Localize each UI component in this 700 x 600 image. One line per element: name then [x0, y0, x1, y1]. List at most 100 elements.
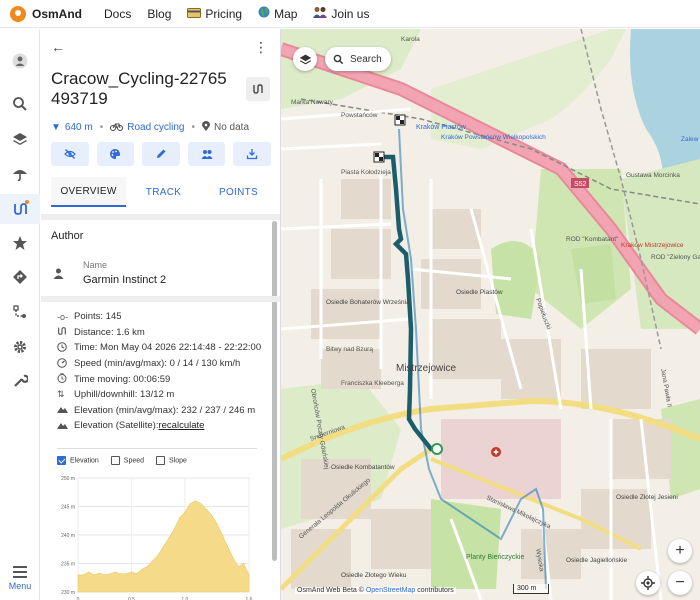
- nav-link-docs[interactable]: Docs: [104, 7, 131, 21]
- map-canvas[interactable]: Karola Powstańców Kraków Powstańców Wiel…: [281, 29, 700, 600]
- track-toolbar: [51, 142, 271, 166]
- divider: [41, 214, 280, 220]
- settings-icon[interactable]: [0, 332, 40, 362]
- stat-uphill: ⇅ Uphill/downhill: 13/12 m: [57, 387, 280, 403]
- location-value: No data: [214, 122, 250, 133]
- person-icon: [53, 268, 64, 282]
- tracks-icon[interactable]: [0, 194, 40, 224]
- osm-link[interactable]: OpenStreetMap: [366, 587, 415, 594]
- checkbox-unchecked[interactable]: [156, 456, 166, 465]
- nav-link-blog[interactable]: Blog: [147, 7, 171, 21]
- search-icon: [333, 54, 344, 64]
- speed-icon: [57, 357, 71, 370]
- y-tick-label: 250 m: [61, 476, 75, 482]
- nav-link-map[interactable]: Map: [258, 6, 297, 21]
- menu-icon: [13, 566, 27, 578]
- edit-track-button[interactable]: [142, 142, 180, 166]
- elevation-point: [200, 503, 202, 505]
- back-arrow-icon[interactable]: ←: [51, 39, 65, 55]
- elevation-point: [93, 574, 95, 576]
- toggle-slope-label: Slope: [169, 457, 187, 465]
- brand[interactable]: OsmAnd: [10, 5, 82, 22]
- toggle-slope[interactable]: Slope: [156, 456, 187, 465]
- stat-elevation-satellite-label: Elevation (Satellite):: [74, 420, 159, 432]
- account-icon[interactable]: [0, 46, 40, 76]
- track-finish-flag-icon: [373, 151, 385, 163]
- toggle-elevation[interactable]: Elevation: [57, 456, 99, 465]
- map-attribution: OsmAnd Web Beta © OpenStreetMap contribu…: [295, 587, 456, 594]
- elevation-point: [136, 573, 138, 575]
- map-label: Osiedle Jagiellońskie: [566, 557, 627, 564]
- track-stats: -o- Points: 145 Distance: 1.6 km Time: M…: [57, 309, 280, 434]
- stat-time: Time: Mon May 04 2026 22:14:48 - 22:22:0…: [57, 340, 280, 356]
- toggle-speed[interactable]: Speed: [110, 456, 145, 465]
- elevation-point: [232, 557, 234, 559]
- track-meta: ▼ 640 m • Road cycling • No data: [51, 121, 250, 133]
- nav-link-join-us[interactable]: Join us: [313, 6, 369, 21]
- appearance-button[interactable]: [96, 142, 135, 166]
- recalculate-link[interactable]: recalculate: [158, 420, 204, 431]
- updown-icon: ⇅: [57, 389, 65, 400]
- navigation-icon[interactable]: [0, 262, 40, 292]
- track-info-panel: ← ⋮ Cracow_Cycling-22765493719 ▼ 640 m •…: [41, 29, 281, 600]
- map-label: ROD "Zielony Gaj": [651, 254, 700, 261]
- map-label: Bitwy nad Bzurą: [326, 346, 373, 353]
- search-icon[interactable]: [0, 89, 40, 119]
- elevation-point: [147, 565, 148, 567]
- map-layers-button[interactable]: [293, 47, 317, 71]
- distance-arrow-icon: ▼: [51, 122, 61, 133]
- layers-icon[interactable]: [0, 124, 40, 154]
- favorites-icon[interactable]: [0, 228, 40, 258]
- checkbox-checked[interactable]: [57, 456, 66, 465]
- weather-icon[interactable]: [0, 159, 40, 189]
- stat-distance-text: Distance: 1.6 km: [74, 326, 145, 338]
- plugins-icon[interactable]: [0, 366, 40, 396]
- elevation-point: [163, 546, 164, 547]
- elevation-point: [120, 573, 122, 575]
- hide-track-button[interactable]: [51, 142, 89, 166]
- elevation-point: [211, 514, 212, 516]
- more-vertical-icon[interactable]: ⋮: [254, 39, 268, 56]
- zoom-out-button[interactable]: −: [668, 571, 692, 595]
- elevation-chart[interactable]: 230 m235 m240 m245 m250 m00.51.01.6dista…: [52, 474, 257, 600]
- nav-link-pricing[interactable]: Pricing: [187, 7, 242, 21]
- map-search-button[interactable]: Search: [325, 47, 391, 71]
- my-location-button[interactable]: [636, 571, 660, 595]
- attribution-suffix: contributors: [415, 587, 454, 594]
- activity-link[interactable]: Road cycling: [127, 122, 184, 133]
- reverse-track-button[interactable]: [246, 77, 270, 101]
- waypoint-icon: [431, 443, 443, 455]
- map-label: Zalew: [681, 136, 699, 143]
- menu-label: Menu: [8, 581, 32, 591]
- track-distance: 640 m: [64, 122, 93, 133]
- menu-button[interactable]: Menu: [0, 560, 40, 600]
- map-search-label: Search: [350, 53, 382, 65]
- stat-elevation-text: Elevation (min/avg/max): 232 / 237 / 246…: [74, 404, 256, 416]
- mountain-icon: [57, 405, 71, 415]
- share-track-button[interactable]: [187, 142, 226, 166]
- author-row: Name Garmin Instinct 2: [51, 260, 251, 290]
- toggle-elevation-label: Elevation: [70, 457, 99, 465]
- tab-points[interactable]: POINTS: [201, 177, 276, 207]
- map-view[interactable]: Karola Powstańców Kraków Powstańców Wiel…: [281, 29, 700, 600]
- download-track-button[interactable]: [233, 142, 271, 166]
- tab-track[interactable]: TRACK: [126, 177, 201, 207]
- download-icon: [247, 149, 258, 160]
- map-label: Kraków Mistrzejowice: [621, 242, 684, 249]
- map-label: Planty Bieńczyckie: [466, 554, 524, 561]
- toggle-speed-label: Speed: [123, 457, 145, 465]
- layers-icon: [299, 54, 311, 64]
- route-icon[interactable]: [0, 297, 40, 327]
- checkbox-unchecked[interactable]: [110, 456, 120, 465]
- elevation-point: [77, 574, 79, 576]
- zoom-in-button[interactable]: +: [668, 539, 692, 563]
- notification-dot: [25, 200, 29, 204]
- elevation-point: [195, 500, 196, 502]
- timer-icon: [57, 373, 71, 385]
- distance-icon: [57, 326, 71, 338]
- map-label: Mistrzejowice: [396, 363, 456, 374]
- stat-speed-text: Speed (min/avg/max): 0 / 14 / 130 km/h: [74, 358, 241, 370]
- elevation-point: [216, 523, 218, 524]
- map-label: Kraków Powstańców Wielkopolskich: [441, 134, 546, 141]
- tab-overview[interactable]: OVERVIEW: [51, 177, 126, 207]
